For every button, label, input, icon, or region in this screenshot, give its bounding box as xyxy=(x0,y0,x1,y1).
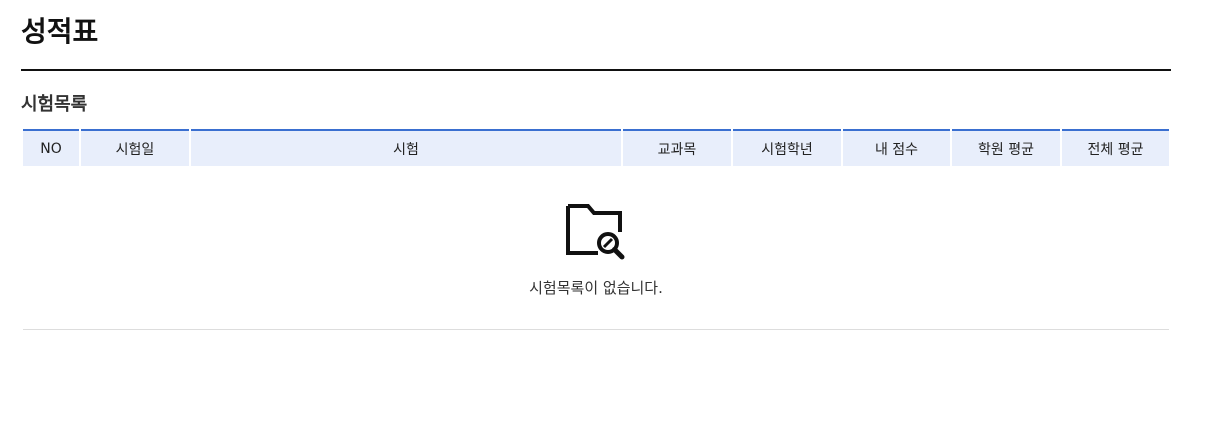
report-card-page: 성적표 시험목록 NO 시험일 시험 교과목 시험학년 내 점수 학원 평균 전… xyxy=(0,0,1211,424)
column-header-my-score: 내 점수 xyxy=(841,130,951,166)
folder-search-icon xyxy=(566,204,625,260)
column-header-overall-average: 전체 평균 xyxy=(1060,130,1169,166)
column-header-exam-date: 시험일 xyxy=(79,130,190,166)
title-divider xyxy=(21,69,1171,71)
column-header-no: NO xyxy=(23,130,80,166)
column-header-academy-average: 학원 평균 xyxy=(950,130,1061,166)
column-header-exam: 시험 xyxy=(189,130,622,166)
empty-message: 시험목록이 없습니다. xyxy=(529,279,663,297)
column-header-exam-grade: 시험학년 xyxy=(731,130,842,166)
section-title: 시험목록 xyxy=(21,94,88,115)
page-title: 성적표 xyxy=(21,15,99,48)
exam-list-table: NO 시험일 시험 교과목 시험학년 내 점수 학원 평균 전체 평균 xyxy=(23,129,1169,166)
table-header-row: NO 시험일 시험 교과목 시험학년 내 점수 학원 평균 전체 평균 xyxy=(23,130,1169,166)
column-header-subject: 교과목 xyxy=(621,130,732,166)
exam-list-table-container: NO 시험일 시험 교과목 시험학년 내 점수 학원 평균 전체 평균 xyxy=(23,129,1169,166)
empty-state: 시험목록이 없습니다. xyxy=(23,166,1169,330)
